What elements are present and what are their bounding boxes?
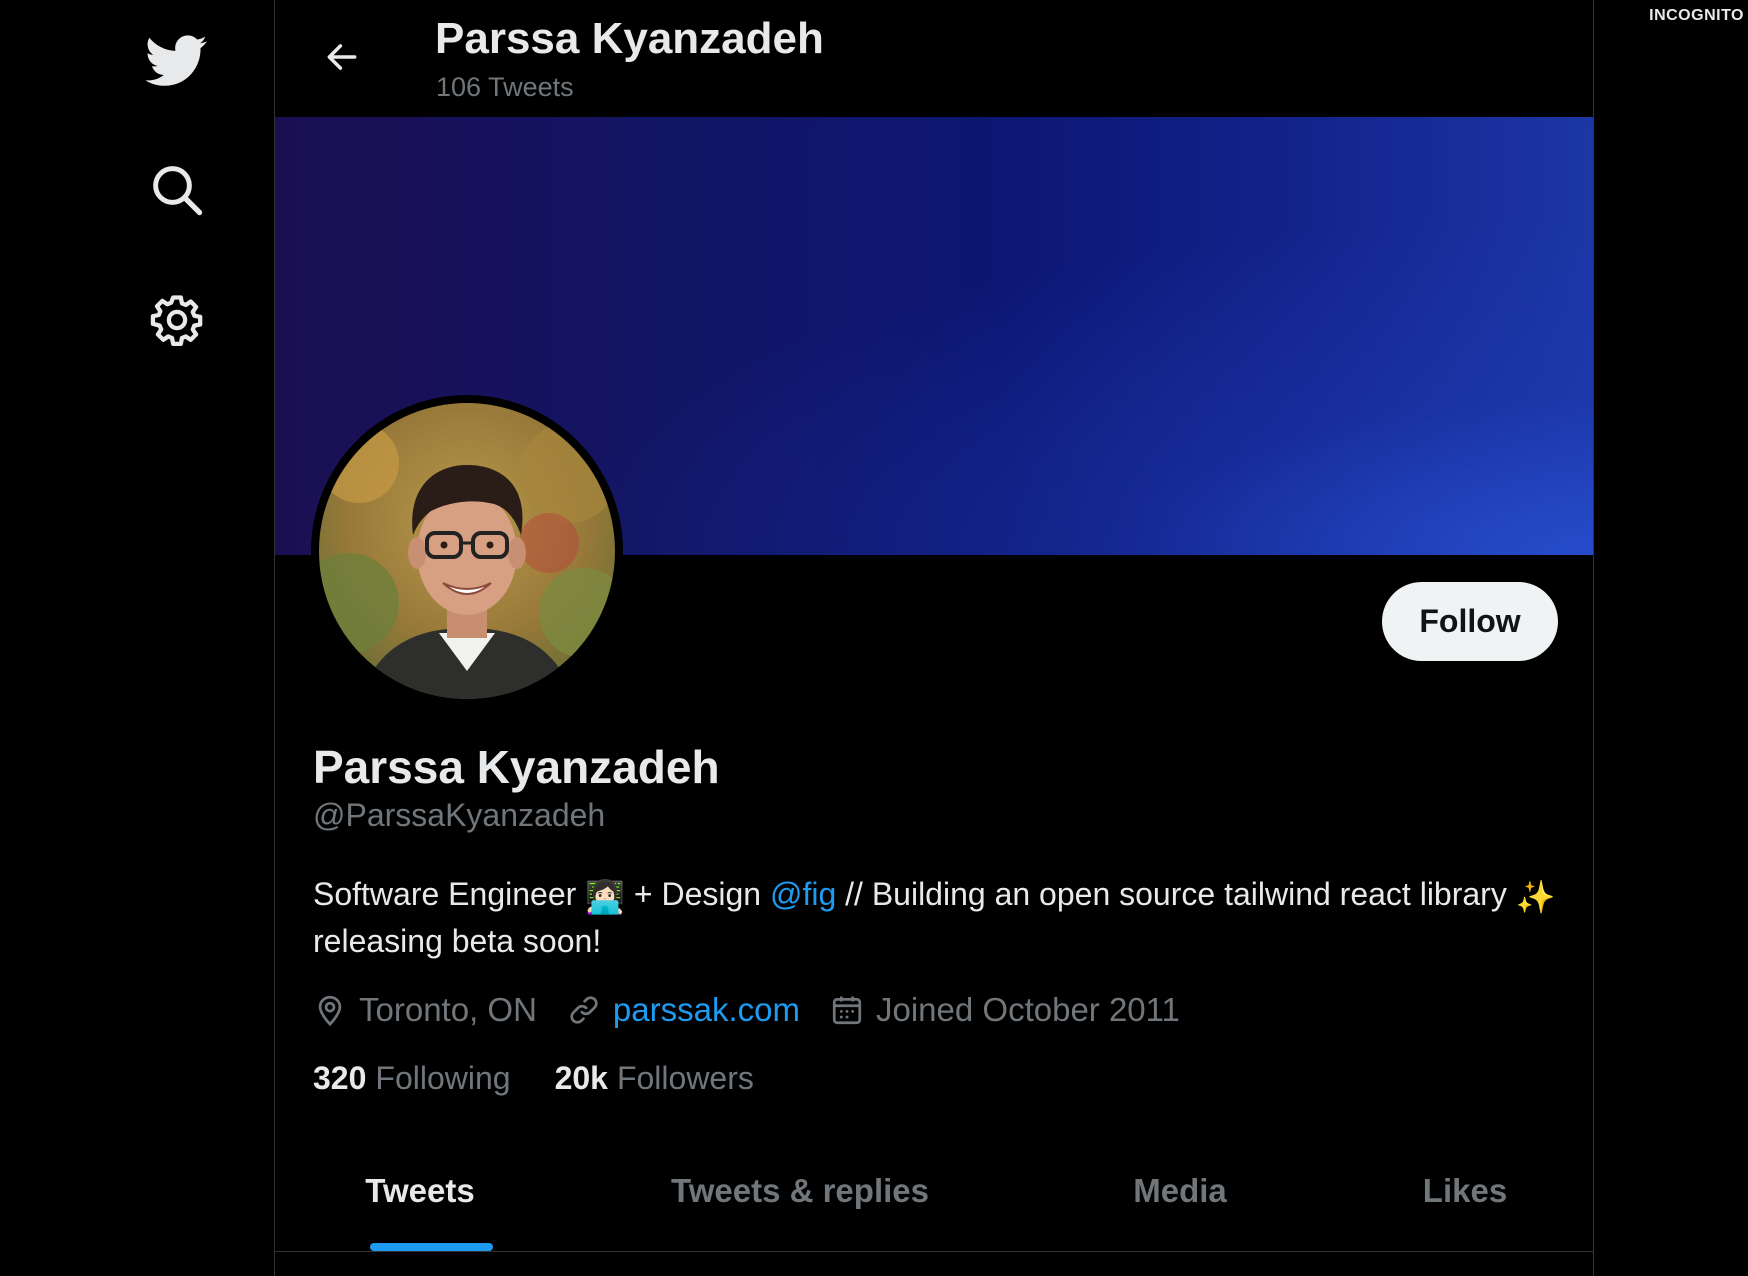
back-button[interactable]	[313, 28, 371, 86]
twitter-bird-icon	[146, 35, 207, 86]
following-stat-link[interactable]: 320 Following	[313, 1060, 511, 1097]
page: Parssa Kyanzadeh 106 Tweets Follow Parss…	[0, 0, 1748, 1276]
tab-label: Tweets	[365, 1171, 475, 1209]
followers-stat-link[interactable]: 20k Followers	[555, 1060, 754, 1097]
bio-text: // Building an open source tailwind reac…	[836, 876, 1516, 912]
bio-mention-link[interactable]: @fig	[770, 876, 836, 912]
profile-meta-row: Toronto, ON parssak.com Joined October 2…	[313, 985, 1210, 1035]
avatar-frame	[311, 395, 623, 707]
link-icon	[570, 996, 598, 1024]
header-tweet-count: 106 Tweets	[436, 72, 574, 102]
followers-label: Followers	[616, 1059, 754, 1096]
incognito-badge: INCOGNITO	[1649, 7, 1744, 24]
nav-home-button[interactable]	[140, 24, 214, 98]
profile-bio: Software Engineer 👩🏻‍💻 + Design @fig // …	[313, 872, 1563, 963]
following-count: 320	[313, 1059, 367, 1096]
follow-button[interactable]: Follow	[1382, 582, 1558, 661]
nav-rail	[0, 0, 274, 1276]
tab-label: Likes	[1422, 1171, 1508, 1209]
location-item: Toronto, ON	[313, 991, 537, 1029]
sparkles-emoji: ✨	[1515, 878, 1556, 915]
profile-tabs: Tweets Tweets & replies Media Likes	[275, 1130, 1593, 1252]
website-item: parssak.com	[567, 991, 800, 1029]
tab-tweets-and-replies[interactable]: Tweets & replies	[655, 1130, 945, 1251]
avatar[interactable]	[319, 403, 615, 699]
calendar-icon	[832, 996, 862, 1025]
joined-text: Joined October 2011	[875, 991, 1180, 1028]
bio-text: + Design	[625, 876, 770, 912]
nav-search-button[interactable]	[140, 153, 214, 227]
active-tab-indicator	[370, 1243, 493, 1251]
avatar-photo	[319, 403, 615, 699]
tab-label: Tweets & replies	[671, 1171, 929, 1209]
profile-handle: @ParssaKyanzadeh	[313, 797, 606, 833]
arrow-left-icon	[327, 44, 357, 70]
tab-media[interactable]: Media	[1115, 1130, 1245, 1251]
follow-stats-row: 320 Following 20k Followers	[313, 1058, 798, 1098]
following-label: Following	[375, 1059, 511, 1096]
header-title: Parssa Kyanzadeh	[435, 14, 824, 63]
nav-settings-button[interactable]	[140, 283, 214, 357]
gear-icon	[150, 295, 203, 346]
followers-count: 20k	[554, 1059, 608, 1096]
website-link[interactable]: parssak.com	[613, 991, 800, 1029]
tab-likes[interactable]: Likes	[1405, 1130, 1525, 1251]
profile-header-bar: Parssa Kyanzadeh 106 Tweets	[275, 0, 1593, 117]
bio-text: releasing beta soon!	[313, 922, 602, 959]
bio-text: Software Engineer	[313, 876, 586, 912]
profile-name: Parssa Kyanzadeh	[313, 741, 720, 793]
profile-column: Parssa Kyanzadeh 106 Tweets Follow Parss…	[274, 0, 1594, 1276]
technologist-emoji: 👩🏻‍💻	[585, 878, 625, 915]
tab-tweets[interactable]: Tweets	[345, 1130, 495, 1251]
location-pin-icon	[318, 995, 342, 1027]
search-icon	[153, 166, 203, 216]
joined-item: Joined October 2011	[830, 991, 1180, 1029]
tab-label: Media	[1133, 1171, 1227, 1209]
location-text: Toronto, ON	[359, 991, 537, 1028]
